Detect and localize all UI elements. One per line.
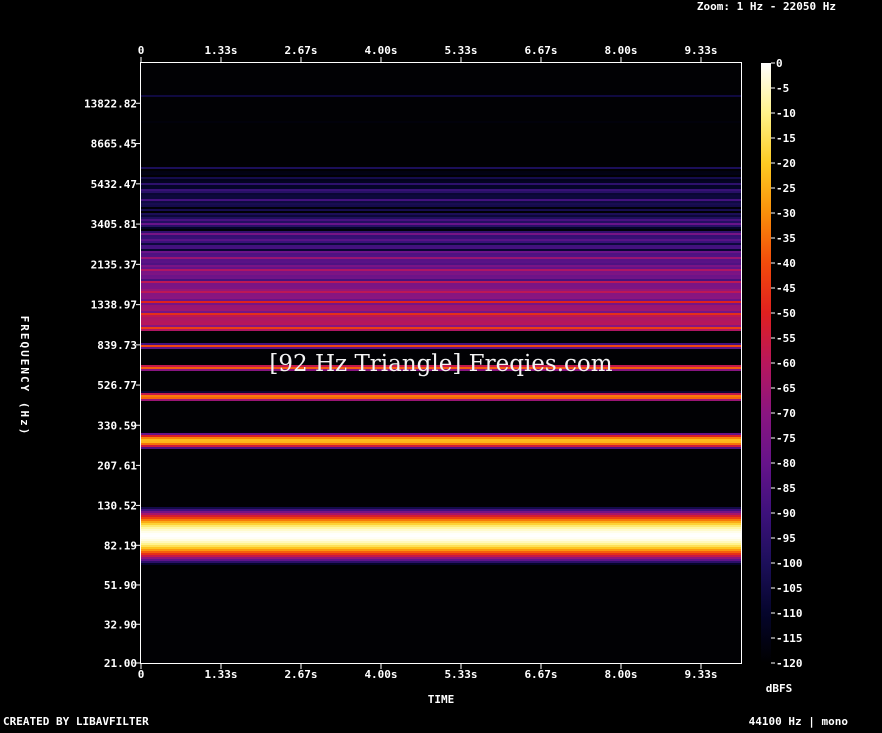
colorbar-tick-label: -50 <box>776 307 796 320</box>
colorbar-tick-label: -30 <box>776 207 796 220</box>
colorbar-tick-label: -120 <box>776 657 803 670</box>
x-tick-label-bottom: 5.33s <box>444 668 477 681</box>
spectrogram-page: Zoom: 1 Hz - 22050 Hz CREATED BY LIBAVFI… <box>0 0 882 728</box>
x-tick-label-top: 4.00s <box>364 44 397 57</box>
colorbar-tick-label: -60 <box>776 357 796 370</box>
colorbar-tick-label: -55 <box>776 332 796 345</box>
y-axis: 21.00 32.90 51.90 82.19 130.52 207.61 330.59 52… <box>84 97 141 670</box>
colorbar-tick-label: -20 <box>776 157 796 170</box>
colorbar-axis: 0 -5 -10 -15 -20 -25 -30 -35 -40 -45 -50 -55 -60 -65 -… <box>771 57 803 670</box>
colorbar <box>761 63 771 663</box>
colorbar-tick-label: -75 <box>776 432 796 445</box>
x-tick-label-top: 8.00s <box>604 44 637 57</box>
colorbar-tick-label: -115 <box>776 632 803 645</box>
colorbar-tick-label: -15 <box>776 132 796 145</box>
watermark-label: [92 Hz Triangle] Freqies.com <box>269 351 612 377</box>
colorbar-tick-label: -65 <box>776 382 796 395</box>
x-tick-label-bottom: 2.67s <box>284 668 317 681</box>
x-tick-label-bottom: 6.67s <box>524 668 557 681</box>
y-tick-label: 13822.82 <box>84 97 137 110</box>
spectrogram-chart: Zoom: 1 Hz - 22050 Hz CREATED BY LIBAVFI… <box>3 0 849 728</box>
y-tick-label: 8665.45 <box>91 138 137 151</box>
x-tick-label-bottom: 0 <box>138 668 145 681</box>
y-tick-label: 526.77 <box>97 379 137 392</box>
y-tick-label: 3405.81 <box>91 218 138 231</box>
y-tick-label: 21.00 <box>104 657 137 670</box>
colorbar-tick-label: -80 <box>776 457 796 470</box>
y-axis-title: FREQUENCY (Hz) <box>18 316 31 437</box>
created-by-label: CREATED BY LIBAVFILTER <box>3 715 149 728</box>
colorbar-tick-label: -45 <box>776 282 796 295</box>
x-tick-label-top: 9.33s <box>684 44 717 57</box>
colorbar-tick-label: -105 <box>776 582 803 595</box>
colorbar-tick-label: -40 <box>776 257 796 270</box>
x-tick-label-bottom: 9.33s <box>684 668 717 681</box>
colorbar-tick-label: -35 <box>776 232 796 245</box>
y-tick-label: 5432.47 <box>91 178 137 191</box>
colorbar-tick-label: -90 <box>776 507 796 520</box>
y-tick-label: 82.19 <box>104 539 137 552</box>
y-tick-label: 330.59 <box>97 419 137 432</box>
y-tick-label: 2135.37 <box>91 258 137 271</box>
x-tick-label-bottom: 8.00s <box>604 668 637 681</box>
x-tick-label-top: 6.67s <box>524 44 557 57</box>
x-tick-label-top: 2.67s <box>284 44 317 57</box>
y-tick-label: 839.73 <box>97 339 137 352</box>
zoom-label: Zoom: 1 Hz - 22050 Hz <box>697 0 836 13</box>
x-tick-label-bottom: 1.33s <box>204 668 237 681</box>
x-tick-label-top: 1.33s <box>204 44 237 57</box>
colorbar-tick-label: -70 <box>776 407 796 420</box>
x-axis-title: TIME <box>428 693 455 706</box>
colorbar-tick-label: -10 <box>776 107 796 120</box>
colorbar-tick-label: -25 <box>776 182 796 195</box>
y-tick-label: 130.52 <box>97 499 137 512</box>
colorbar-tick-label: -95 <box>776 532 796 545</box>
x-tick-label-top: 0 <box>138 44 145 57</box>
y-tick-label: 207.61 <box>97 459 137 472</box>
y-tick-label: 1338.97 <box>91 299 137 312</box>
x-axis-top: 0 1.33s 2.67s 4.00s 5.33s 6.67s 8.00s 9.33s <box>138 44 718 63</box>
x-tick-label-top: 5.33s <box>444 44 477 57</box>
colorbar-title: dBFS <box>766 682 793 695</box>
colorbar-tick-label: -110 <box>776 607 803 620</box>
colorbar-tick-label: -85 <box>776 482 796 495</box>
y-tick-label: 51.90 <box>104 579 137 592</box>
y-tick-label: 32.90 <box>104 618 137 631</box>
x-tick-label-bottom: 4.00s <box>364 668 397 681</box>
colorbar-tick-label: -5 <box>776 82 789 95</box>
sample-info-label: 44100 Hz | mono <box>749 715 849 728</box>
colorbar-tick-label: -100 <box>776 557 803 570</box>
colorbar-tick-label: 0 <box>776 57 783 70</box>
x-axis-bottom: 0 1.33s 2.67s 4.00s 5.33s 6.67s 8.00s 9.33s <box>138 663 718 681</box>
